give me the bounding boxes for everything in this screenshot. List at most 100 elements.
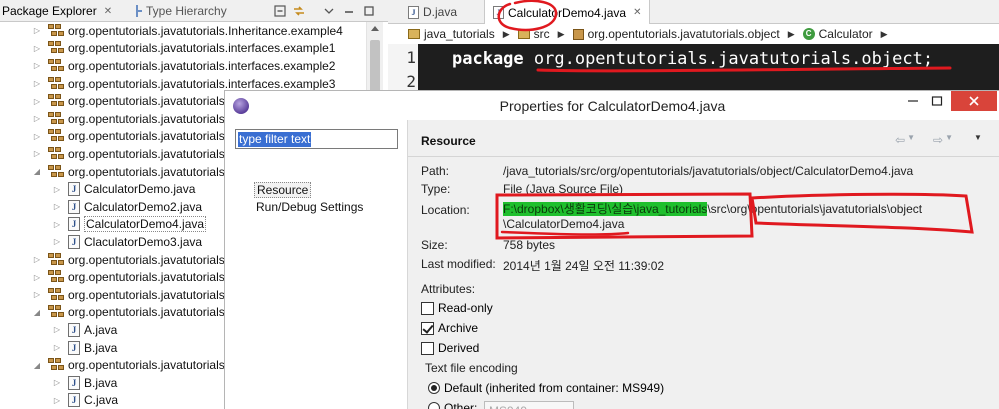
java-file-icon: J <box>68 217 80 232</box>
tree-node-label: org.opentutorials.javatutorials <box>68 252 225 267</box>
tree-node-label: org.opentutorials.javatutorials <box>68 94 225 109</box>
page-menu-button[interactable]: ▼ <box>974 133 982 142</box>
tree-node-label: org.opentutorials.javatutorials <box>68 358 225 373</box>
package-node[interactable]: ▷ org.opentutorials.javatutorials.interfa… <box>0 40 366 58</box>
archive-checkbox[interactable]: Archive <box>421 321 478 335</box>
java-file-icon: J <box>493 6 504 19</box>
collapsed-twistie-icon[interactable]: ▷ <box>52 202 62 212</box>
nav-item-resource[interactable]: Resource <box>254 182 312 198</box>
section-title: Resource <box>421 134 476 148</box>
java-file-icon: J <box>68 322 80 337</box>
package-node[interactable]: ▷ org.opentutorials.javatutorials.Inherit… <box>0 22 366 40</box>
collapsed-twistie-icon[interactable]: ▷ <box>52 395 62 405</box>
close-button[interactable] <box>951 91 997 111</box>
collapsed-twistie-icon[interactable]: ▷ <box>32 61 42 71</box>
scroll-up-icon[interactable] <box>371 26 379 31</box>
readonly-checkbox[interactable]: Read-only <box>421 301 493 315</box>
checkbox-label: Read-only <box>438 301 493 315</box>
collapsed-twistie-icon[interactable]: ▷ <box>32 272 42 282</box>
package-icon <box>48 58 64 73</box>
breadcrumb-item[interactable]: src <box>534 27 550 41</box>
collapsed-twistie-icon[interactable]: ▷ <box>32 255 42 265</box>
minimize-view-button[interactable] <box>341 3 357 19</box>
minimize-button[interactable] <box>901 91 925 111</box>
location-value-line2: \CalculatorDemo4.java <box>503 217 625 231</box>
collapsed-twistie-icon[interactable]: ▷ <box>32 149 42 159</box>
chevron-down-icon: ▼ <box>907 133 915 142</box>
line-number-gutter: 1 2 <box>388 44 418 95</box>
collapsed-twistie-icon[interactable]: ▷ <box>32 26 42 36</box>
encoding-select[interactable]: MS949 <box>484 401 574 409</box>
expanded-twistie-icon[interactable]: ◢ <box>32 307 42 317</box>
maximize-view-button[interactable] <box>361 3 377 19</box>
link-editor-button[interactable] <box>291 3 307 19</box>
collapsed-twistie-icon[interactable]: ▷ <box>32 43 42 53</box>
breadcrumb: java_tutorials ▶ src ▶ org.opentutorials… <box>388 24 999 44</box>
encoding-default-radio[interactable]: Default (inherited from container: MS949… <box>428 381 664 395</box>
tab-package-explorer[interactable]: Package Explorer ✕ <box>2 2 112 20</box>
tab-type-hierarchy[interactable]: Type Hierarchy <box>132 2 227 20</box>
package-node[interactable]: ▷ org.opentutorials.javatutorials.interfa… <box>0 57 366 75</box>
breadcrumb-item[interactable]: java_tutorials <box>424 27 495 41</box>
breadcrumb-item[interactable]: org.opentutorials.javatutorials.object <box>588 27 780 41</box>
dialog-title: Properties for CalculatorDemo4.java <box>499 98 726 114</box>
collapsed-twistie-icon[interactable]: ▷ <box>52 184 62 194</box>
tree-node-label: B.java <box>84 340 118 355</box>
tree-node-label: C.java <box>84 393 119 408</box>
radio-dot[interactable] <box>428 402 440 409</box>
size-value: 758 bytes <box>503 238 556 252</box>
collapsed-twistie-icon[interactable]: ▷ <box>52 378 62 388</box>
collapsed-twistie-icon[interactable]: ▷ <box>52 219 62 229</box>
encoding-group-label: Text file encoding <box>423 361 520 375</box>
package-icon <box>48 111 64 126</box>
checkbox-box[interactable] <box>421 341 434 355</box>
tree-node-label: B.java <box>84 375 118 390</box>
java-file-icon: J <box>68 234 80 249</box>
collapsed-twistie-icon[interactable]: ▷ <box>32 114 42 124</box>
nav-item-run-debug-settings[interactable]: Run/Debug Settings <box>256 200 363 214</box>
collapsed-twistie-icon[interactable]: ▷ <box>52 343 62 353</box>
back-button[interactable]: ⇦ ▼ <box>895 133 915 147</box>
collapsed-twistie-icon[interactable]: ▷ <box>52 325 62 335</box>
code-keyword: package <box>452 49 524 69</box>
checkbox-box[interactable] <box>421 301 434 315</box>
maximize-icon <box>364 6 374 16</box>
view-menu-button[interactable] <box>321 3 337 19</box>
chevron-right-icon: ▶ <box>787 28 795 39</box>
path-value: /java_tutorials/src/org/opentutorials/ja… <box>503 164 914 178</box>
resource-page: Resource ⇦ ▼ ⇨ ▼ ▼ Path: /java_tutorials/s… <box>408 120 999 409</box>
minimize-icon <box>345 11 353 13</box>
close-icon[interactable]: ✕ <box>633 7 641 18</box>
tab-d-java[interactable]: J D.java <box>400 0 465 24</box>
package-icon <box>48 23 64 38</box>
tab-calculatordemo4-java[interactable]: J CalculatorDemo4.java ✕ <box>484 0 651 25</box>
collapsed-twistie-icon[interactable]: ▷ <box>52 237 62 247</box>
package-icon <box>48 270 64 284</box>
collapsed-twistie-icon[interactable]: ▷ <box>32 131 42 141</box>
collapse-all-button[interactable] <box>272 3 288 19</box>
collapsed-twistie-icon[interactable]: ▷ <box>32 96 42 106</box>
breadcrumb-item[interactable]: Calculator <box>819 27 873 41</box>
java-file-icon: J <box>68 340 80 355</box>
location-rest: \src\org\opentutorials\javatutorials\obj… <box>707 202 923 216</box>
close-icon[interactable]: ✕ <box>104 6 112 17</box>
dialog-titlebar[interactable]: Properties for CalculatorDemo4.java <box>225 91 999 120</box>
code-line[interactable]: package org.opentutorials.javatutorials.… <box>452 49 933 69</box>
tree-node-label: CalculatorDemo4.java <box>84 216 207 233</box>
collapsed-twistie-icon[interactable]: ▷ <box>32 79 42 89</box>
checkbox-box[interactable] <box>421 321 434 335</box>
chevron-down-icon: ▼ <box>974 133 982 142</box>
package-icon <box>48 358 64 372</box>
encoding-other-radio[interactable]: Other: <box>428 401 477 409</box>
radio-dot[interactable] <box>428 382 440 394</box>
collapsed-twistie-icon[interactable]: ▷ <box>32 290 42 300</box>
path-label: Path: <box>421 164 450 178</box>
expanded-twistie-icon[interactable]: ◢ <box>32 360 42 370</box>
expanded-twistie-icon[interactable]: ◢ <box>32 167 42 177</box>
forward-arrow-icon: ⇨ <box>933 133 944 147</box>
package-icon <box>48 305 64 319</box>
derived-checkbox[interactable]: Derived <box>421 341 479 355</box>
forward-button[interactable]: ⇨ ▼ <box>933 133 953 147</box>
package-explorer-header: Package Explorer ✕ Type Hierarchy <box>0 0 388 22</box>
maximize-button[interactable] <box>925 91 949 111</box>
